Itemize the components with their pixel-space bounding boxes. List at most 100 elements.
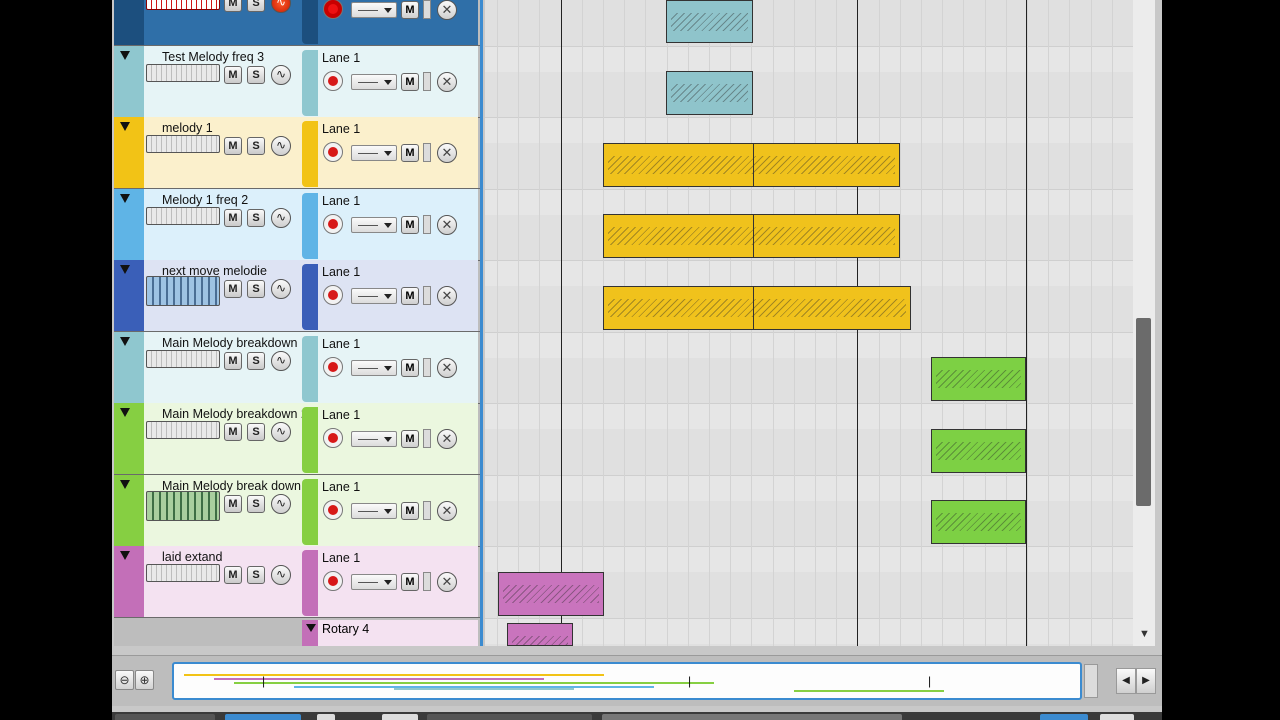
- lane-dropdown[interactable]: [351, 288, 397, 304]
- midi-clip[interactable]: [603, 143, 900, 187]
- track-solo-button[interactable]: S: [247, 280, 265, 298]
- lane-dropdown[interactable]: [351, 574, 397, 590]
- lane-name[interactable]: Lane 1: [322, 122, 360, 136]
- waveform-icon[interactable]: ∿: [271, 351, 291, 371]
- track-row[interactable]: laid extand M S ∿ Lane 1 M ✕: [114, 546, 480, 618]
- lane-close-icon[interactable]: ✕: [437, 0, 457, 20]
- device-thumbnail-icon[interactable]: [146, 207, 220, 225]
- device-thumbnail-icon[interactable]: [146, 421, 220, 439]
- lane-name[interactable]: Lane 1: [322, 337, 360, 351]
- collapse-triangle-icon[interactable]: [120, 51, 130, 60]
- track-color-strip[interactable]: [114, 189, 144, 260]
- track-solo-button[interactable]: S: [247, 566, 265, 584]
- track-mute-button[interactable]: M: [224, 66, 242, 84]
- record-enable-icon[interactable]: [323, 285, 343, 305]
- device-thumbnail-icon[interactable]: [146, 64, 220, 82]
- track-mute-button[interactable]: M: [224, 352, 242, 370]
- collapse-triangle-icon[interactable]: [120, 337, 130, 346]
- vertical-scroll-thumb[interactable]: [1136, 318, 1151, 506]
- track-name[interactable]: laid extand: [162, 550, 222, 564]
- track-color-strip[interactable]: [114, 403, 144, 474]
- lane-dropdown[interactable]: [351, 217, 397, 233]
- lane-close-icon[interactable]: ✕: [437, 143, 457, 163]
- lane-name[interactable]: Lane 1: [322, 551, 360, 565]
- lane-close-icon[interactable]: ✕: [437, 429, 457, 449]
- device-thumbnail-icon[interactable]: [146, 0, 220, 10]
- lane-mute-button[interactable]: M: [401, 287, 419, 305]
- scroll-left-icon[interactable]: ◀: [1116, 668, 1136, 694]
- lane-mute-button[interactable]: M: [401, 502, 419, 520]
- zoom-in-icon[interactable]: ⊕: [135, 670, 154, 690]
- track-solo-button[interactable]: S: [247, 423, 265, 441]
- track-color-strip[interactable]: [114, 260, 144, 331]
- collapse-triangle-icon[interactable]: [120, 265, 130, 274]
- record-enable-icon[interactable]: [323, 214, 343, 234]
- track-mute-button[interactable]: M: [224, 0, 242, 12]
- scroll-down-icon[interactable]: ▼: [1139, 628, 1150, 640]
- lane-mute-button[interactable]: M: [401, 430, 419, 448]
- track-solo-button[interactable]: S: [247, 137, 265, 155]
- song-overview-navigator[interactable]: | | |: [172, 662, 1082, 700]
- track-name[interactable]: Main Melody breakdown: [162, 336, 298, 350]
- device-thumbnail-icon[interactable]: [146, 276, 220, 306]
- lane-name[interactable]: Lane 1: [322, 265, 360, 279]
- lane-name[interactable]: Lane 1: [322, 480, 360, 494]
- record-enable-icon[interactable]: [323, 142, 343, 162]
- lane-mute-button[interactable]: M: [401, 73, 419, 91]
- track-name[interactable]: Melody 1 freq 2: [162, 193, 248, 207]
- track-name[interactable]: Main Melody breakdown 2: [162, 407, 308, 421]
- track-mute-button[interactable]: M: [224, 423, 242, 441]
- automation-lane-name[interactable]: Rotary 4: [322, 622, 369, 636]
- track-row[interactable]: M S ∿ Lane 1 M ✕: [114, 0, 480, 46]
- midi-clip[interactable]: [498, 572, 604, 616]
- collapse-triangle-icon[interactable]: [120, 122, 130, 131]
- midi-clip[interactable]: [666, 0, 753, 43]
- lane-mute-button[interactable]: M: [401, 1, 419, 19]
- lane-mute-button[interactable]: M: [401, 216, 419, 234]
- track-color-strip[interactable]: [114, 332, 144, 403]
- lane-dropdown[interactable]: [351, 431, 397, 447]
- collapse-triangle-icon[interactable]: [120, 408, 130, 417]
- right-locator-marker[interactable]: |: [928, 674, 931, 688]
- vertical-scrollbar[interactable]: ▼: [1133, 0, 1155, 646]
- waveform-icon[interactable]: ∿: [271, 0, 291, 13]
- waveform-icon[interactable]: ∿: [271, 279, 291, 299]
- track-row[interactable]: Melody 1 freq 2 M S ∿ Lane 1 M ✕: [114, 189, 480, 261]
- record-enable-icon[interactable]: [323, 71, 343, 91]
- midi-clip[interactable]: [931, 500, 1026, 544]
- device-thumbnail-icon[interactable]: [146, 135, 220, 153]
- collapse-triangle-icon[interactable]: [120, 480, 130, 489]
- waveform-icon[interactable]: ∿: [271, 65, 291, 85]
- collapse-triangle-icon[interactable]: [120, 194, 130, 203]
- track-row[interactable]: next move melodie M S ∿ Lane 1 M ✕: [114, 260, 480, 332]
- track-solo-button[interactable]: S: [247, 209, 265, 227]
- lane-name[interactable]: Lane 1: [322, 194, 360, 208]
- track-solo-button[interactable]: S: [247, 352, 265, 370]
- midi-clip[interactable]: [666, 71, 753, 115]
- record-enable-icon[interactable]: [323, 357, 343, 377]
- track-mute-button[interactable]: M: [224, 209, 242, 227]
- left-locator-marker[interactable]: |: [262, 674, 265, 688]
- midi-clip[interactable]: [931, 357, 1026, 401]
- lane-close-icon[interactable]: ✕: [437, 358, 457, 378]
- track-mute-button[interactable]: M: [224, 566, 242, 584]
- device-thumbnail-icon[interactable]: [146, 491, 220, 521]
- lane-mute-button[interactable]: M: [401, 144, 419, 162]
- track-mute-button[interactable]: M: [224, 280, 242, 298]
- track-color-strip[interactable]: [114, 546, 144, 617]
- track-row[interactable]: melody 1 M S ∿ Lane 1 M ✕: [114, 117, 480, 189]
- device-thumbnail-icon[interactable]: [146, 350, 220, 368]
- lane-close-icon[interactable]: ✕: [437, 572, 457, 592]
- lane-dropdown[interactable]: [351, 2, 397, 18]
- lane-close-icon[interactable]: ✕: [437, 215, 457, 235]
- record-enable-icon[interactable]: [323, 0, 343, 19]
- collapse-triangle-icon[interactable]: [120, 551, 130, 560]
- midi-clip[interactable]: [603, 286, 911, 330]
- track-solo-button[interactable]: S: [247, 495, 265, 513]
- arrange-area[interactable]: [485, 0, 1133, 646]
- device-thumbnail-icon[interactable]: [146, 564, 220, 582]
- lane-dropdown[interactable]: [351, 145, 397, 161]
- lane-dropdown[interactable]: [351, 74, 397, 90]
- automation-lane[interactable]: Rotary 4: [302, 620, 478, 646]
- record-enable-icon[interactable]: [323, 428, 343, 448]
